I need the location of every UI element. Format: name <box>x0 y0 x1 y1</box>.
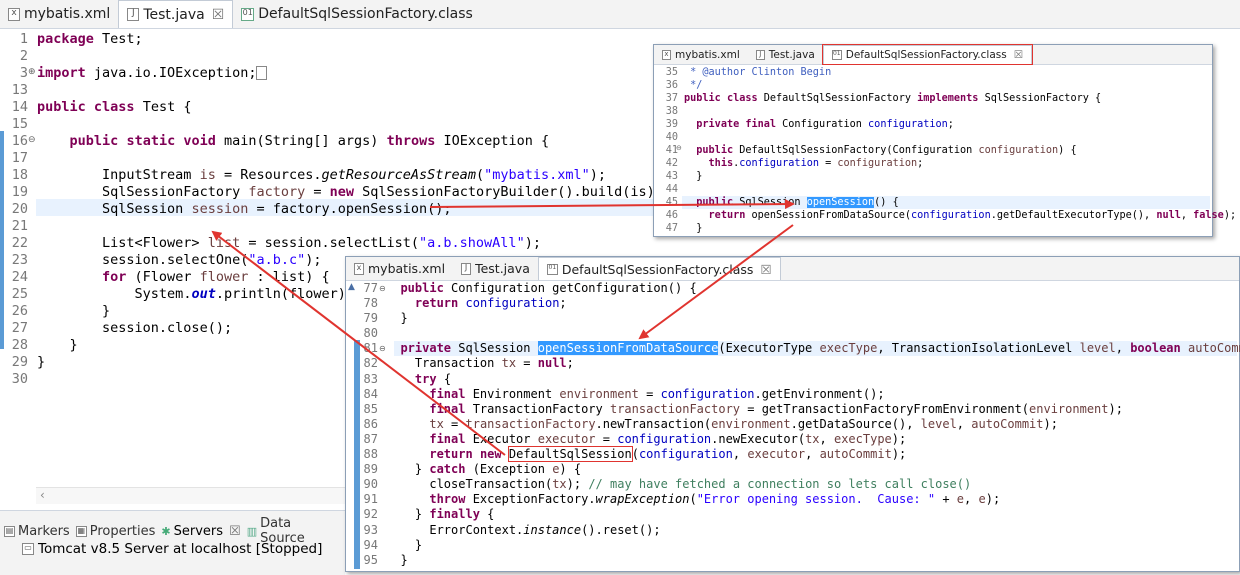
tab-test-java[interactable]: J Test.java ☒ <box>118 0 234 28</box>
data-source-icon: ▥ <box>246 524 258 538</box>
tab-default-sql-session-factory-class[interactable]: 01 DefaultSqlSessionFactory.class ☒ <box>821 44 1034 65</box>
chevron-left-icon[interactable]: ‹ <box>40 488 45 502</box>
xml-file-icon: x <box>8 7 20 21</box>
main-editor-tabbar: x mybatis.xml J Test.java ☒ 01 DefaultSq… <box>0 0 1240 29</box>
tab-label: Test.java <box>143 6 205 23</box>
xml-file-icon: x <box>662 49 671 60</box>
close-icon[interactable]: ☒ <box>212 7 225 23</box>
close-icon[interactable]: ☒ <box>229 524 241 539</box>
popup-tabbar: x mybatis.xml J Test.java 01 DefaultSqlSess… <box>654 44 1212 65</box>
markers-icon: ▤ <box>4 525 15 537</box>
fold-icon[interactable]: ⊖ <box>379 284 386 293</box>
java-file-icon: J <box>127 8 140 21</box>
line-number-ruler: 1 2 3 13 14 15 16 17 18 19 20 21 22 23 2… <box>11 31 28 387</box>
close-icon[interactable]: ☒ <box>1014 49 1023 61</box>
popup-default-sql-session-factory-top: x mybatis.xml J Test.java 01 DefaultSqlSess… <box>653 44 1236 237</box>
tab-default-sql-session-factory-class[interactable]: 01 DefaultSqlSessionFactory.class ☒ <box>537 257 781 280</box>
tab-default-sql-session-factory-class[interactable]: 01 DefaultSqlSessionFactory.class <box>233 0 481 28</box>
tab-test-java[interactable]: J Test.java <box>453 257 538 280</box>
properties-icon: ▦ <box>75 525 87 537</box>
class-file-icon: 01 <box>241 7 255 21</box>
popup-default-sql-session-factory-bottom: x mybatis.xml J Test.java 01 DefaultSqlSess… <box>345 256 1240 572</box>
fold-icon[interactable]: ⊕ <box>28 67 36 77</box>
server-icon: ▭ <box>22 543 34 555</box>
tab-label: mybatis.xml <box>24 6 111 22</box>
tab-label: DefaultSqlSessionFactory.class <box>258 6 473 22</box>
code-text[interactable]: * @author Clinton Begin */ public class … <box>684 66 1236 235</box>
popup-tabbar: x mybatis.xml J Test.java 01 DefaultSqlSess… <box>346 257 1239 281</box>
close-icon[interactable]: ☒ <box>760 262 771 277</box>
tab-mybatis-xml[interactable]: x mybatis.xml <box>654 45 748 64</box>
bottom-view-panel: ▤ Markers ▦ Properties ✱ Servers ☒ ▥ Data Sou… <box>0 510 345 575</box>
tab-mybatis-xml[interactable]: x mybatis.xml <box>0 0 118 28</box>
servers-icon: ✱ <box>161 524 171 538</box>
tab-mybatis-xml[interactable]: x mybatis.xml <box>346 257 453 280</box>
xml-file-icon: x <box>354 262 364 275</box>
fold-icon[interactable]: ⊖ <box>379 344 386 353</box>
code-text[interactable]: public Configuration getConfiguration() … <box>386 281 1240 568</box>
override-marker-icon: ▲ <box>348 282 355 292</box>
fold-icon[interactable]: ⊖ <box>676 144 682 152</box>
java-file-icon: J <box>755 49 765 60</box>
fold-icon[interactable]: ⊖ <box>28 135 36 145</box>
horizontal-scrollbar[interactable]: ‹ <box>36 487 346 504</box>
default-sql-session-callout: DefaultSqlSession <box>507 446 633 463</box>
class-file-icon: 01 <box>831 50 842 60</box>
class-file-icon: 01 <box>546 263 558 275</box>
line-number-ruler: 35 36 37 38 39 40 41 42 43 44 45 46 47 <box>665 67 678 234</box>
line-number-ruler: 77 78 79 80 81 82 83 84 85 86 87 88 89 9… <box>363 281 378 567</box>
server-entry[interactable]: ▭ Tomcat v8.5 Server at localhost [Stopp… <box>22 541 322 557</box>
tab-test-java[interactable]: J Test.java <box>748 45 823 64</box>
java-file-icon: J <box>461 262 472 275</box>
